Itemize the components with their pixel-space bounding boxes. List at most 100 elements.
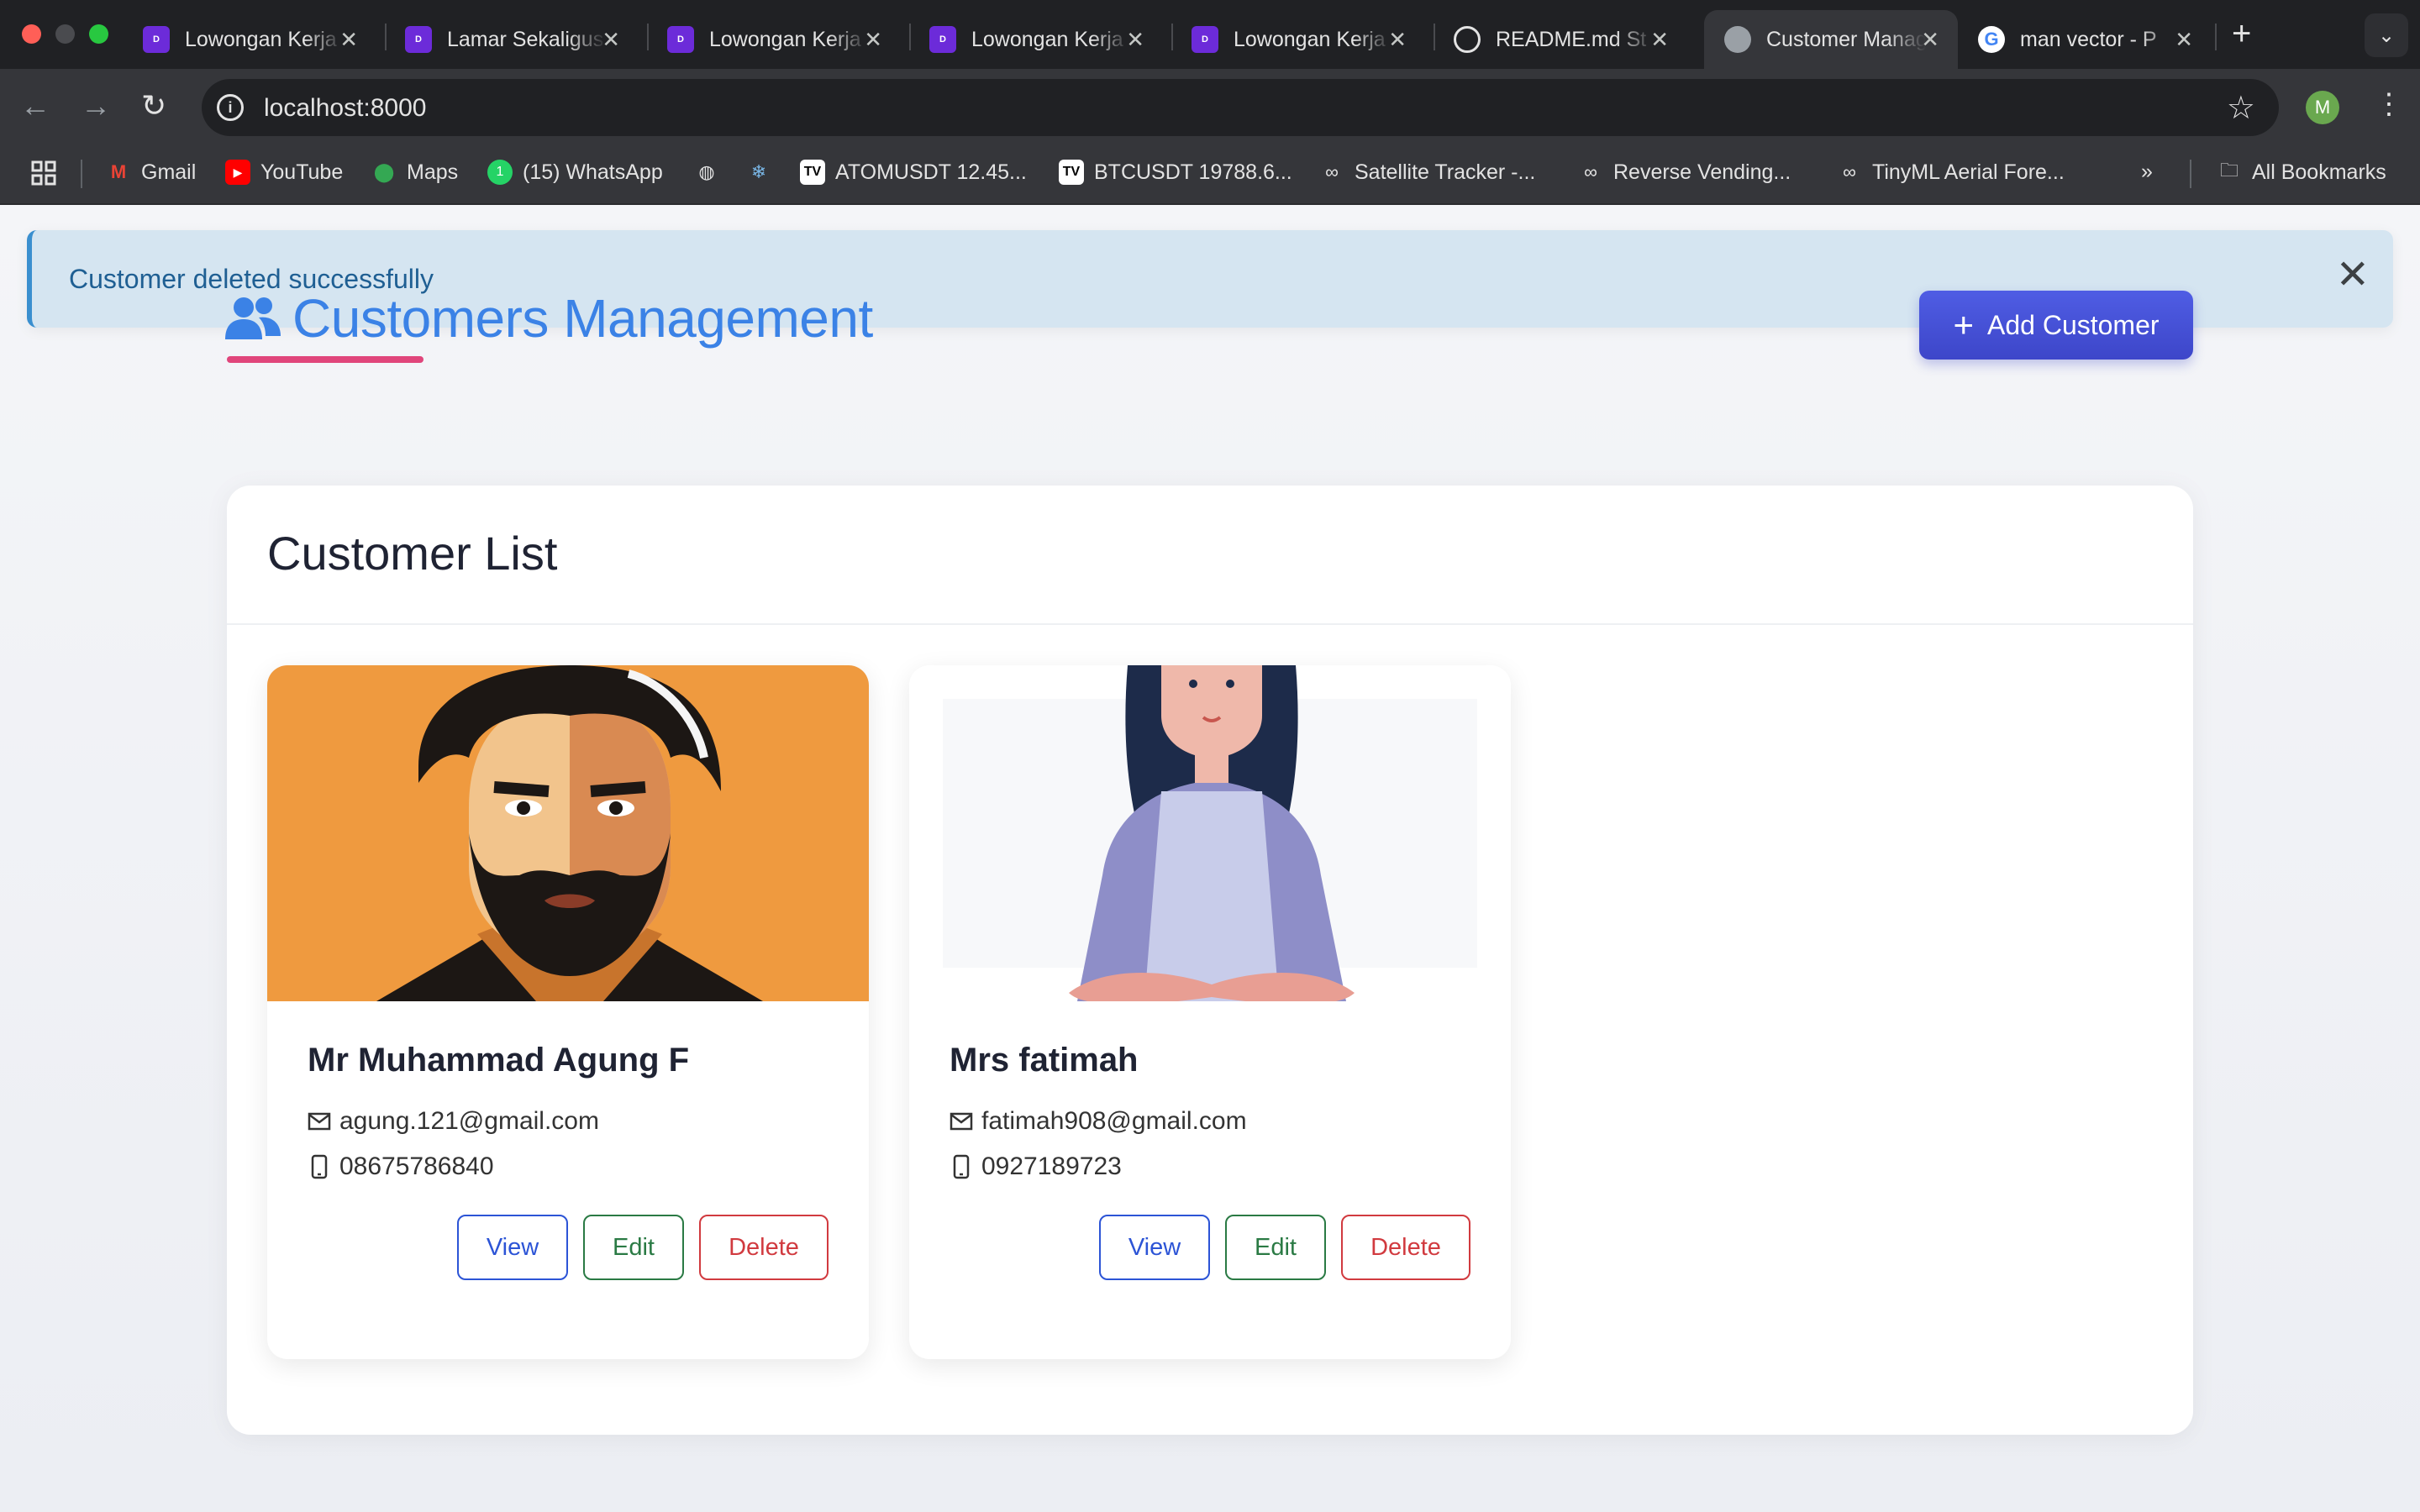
customer-phone-row: 0927189723 [950,1152,1122,1181]
address-bar[interactable]: i localhost:8000 ☆ [202,79,2279,136]
tab-divider [2215,24,2217,50]
dealls-icon: D [1192,26,1218,53]
folder-icon: 🗀 [2219,160,2238,181]
browser-menu-icon[interactable]: ⋮ [2375,87,2403,121]
chevron-double-right-icon: » [2141,160,2153,183]
view-button[interactable]: View [457,1215,568,1280]
bookmark-snowflake[interactable]: ❄ [746,160,781,185]
customer-list-title: Customer List [267,527,558,580]
bookmark-label: (15) WhatsApp [523,160,663,184]
bookmark-label: TinyML Aerial Fore... [1872,160,2065,184]
browser-tab[interactable]: D Lowongan Kerja ✕ [1171,10,1425,69]
bookmark-globe[interactable]: ◍ [694,160,729,185]
all-bookmarks-button[interactable]: 🗀 All Bookmarks [2217,160,2386,185]
whatsapp-icon: 1 [487,160,513,185]
bookmark-label: BTCUSDT 19788.6... [1094,160,1292,184]
maps-icon: ⬤ [373,161,395,182]
close-tab-icon[interactable]: ✕ [602,29,620,50]
bookmarks-bar: M Gmail ▶ YouTube ⬤ Maps 1 (15) WhatsApp… [0,144,2420,205]
envelope-icon [950,1112,973,1131]
customer-phone: 0927189723 [981,1152,1122,1180]
forward-button[interactable]: → [81,87,111,124]
window-minimize-button[interactable] [55,24,75,44]
close-tab-icon[interactable]: ✕ [2175,29,2193,50]
close-tab-icon[interactable]: ✕ [1921,29,1939,50]
browser-tab[interactable]: README.md St ✕ [1434,10,1687,69]
link-icon: ∞ [1325,161,1339,182]
apps-grid-icon[interactable] [30,160,57,186]
close-tab-icon[interactable]: ✕ [864,29,882,50]
reload-button[interactable]: ↻ [141,87,166,124]
plus-icon: + [1953,305,1974,344]
tab-title: Lamar Sekaligus [447,27,604,51]
bookmark-label: Gmail [141,160,197,184]
bookmark-star-icon[interactable]: ☆ [2227,89,2255,127]
add-customer-label: Add Customer [1987,309,2160,340]
close-icon[interactable]: ✕ [2336,255,2370,296]
bookmark-whatsapp[interactable]: 1 (15) WhatsApp [487,160,663,185]
browser-tab[interactable]: D Lamar Sekaligus ✕ [385,10,639,69]
bookmark-label: YouTube [260,160,344,184]
tradingview-icon: TV [1059,160,1084,185]
youtube-icon: ▶ [225,160,250,185]
add-customer-button[interactable]: + Add Customer [1919,291,2193,360]
url-text[interactable]: localhost:8000 [264,94,426,123]
tab-title: Lowongan Kerja [185,27,337,51]
customer-name: Mr Muhammad Agung F [308,1042,690,1079]
browser-tab[interactable]: D Lowongan Kerja ✕ [909,10,1163,69]
customer-email-row: agung.121@gmail.com [308,1107,599,1136]
gmail-icon: M [110,161,127,182]
bookmark-label: Maps [407,160,459,184]
bookmark-label: ATOMUSDT 12.45... [835,160,1027,184]
back-button[interactable]: ← [20,87,50,124]
browser-tab-active[interactable]: Customer Management ✕ [1704,10,1958,69]
bookmark-reverse-vending[interactable]: ∞ Reverse Vending... [1578,160,1791,185]
panel-divider [227,623,2193,625]
tab-title: README.md St [1496,27,1647,51]
delete-button[interactable]: Delete [1341,1215,1470,1280]
chevron-down-icon: ⌄ [2377,24,2396,47]
delete-button[interactable]: Delete [699,1215,829,1280]
bookmark-btcusdt[interactable]: TV BTCUSDT 19788.6... [1059,160,1292,185]
bookmark-gmail[interactable]: M Gmail [106,160,196,185]
customer-photo [909,665,1511,1005]
browser-tab[interactable]: D Lowongan Kerja ✕ [647,10,901,69]
users-icon [225,297,281,339]
tab-title: Lowongan Kerja [1234,27,1386,51]
dealls-icon: D [405,26,432,53]
profile-avatar[interactable]: M [2306,91,2339,124]
close-tab-icon[interactable]: ✕ [1388,29,1407,50]
bookmark-label: Satellite Tracker -... [1355,160,1536,184]
tab-search-button[interactable]: ⌄ [2365,13,2408,57]
customer-card: Mr Muhammad Agung F agung.121@gmail.com … [267,665,869,1359]
tab-title: Customer Management [1766,27,1926,51]
close-tab-icon[interactable]: ✕ [1126,29,1144,50]
card-actions: View Edit Delete [457,1215,829,1280]
bookmark-satellite-tracker[interactable]: ∞ Satellite Tracker -... [1319,160,1535,185]
window-maximize-button[interactable] [89,24,108,44]
bookmark-youtube[interactable]: ▶ YouTube [225,160,343,185]
browser-toolbar: ← → ↻ i localhost:8000 ☆ M ⋮ [0,69,2420,144]
more-bookmarks-button[interactable]: » [2141,160,2153,184]
bookmark-atomusdt[interactable]: TV ATOMUSDT 12.45... [800,160,1027,185]
view-button[interactable]: View [1099,1215,1210,1280]
snowflake-icon: ❄ [750,161,767,182]
bookmark-maps[interactable]: ⬤ Maps [371,160,458,185]
link-icon: ∞ [1584,161,1597,182]
window-close-button[interactable] [22,24,41,44]
bookmark-tinyml[interactable]: ∞ TinyML Aerial Fore... [1837,160,2065,185]
title-underline [227,356,424,363]
dealls-icon: D [143,26,170,53]
close-tab-icon[interactable]: ✕ [1650,29,1669,50]
site-info-icon[interactable]: i [217,94,244,121]
browser-tab[interactable]: G man vector - P ✕ [1958,10,2212,69]
customer-email-row: fatimah908@gmail.com [950,1107,1247,1136]
browser-tab[interactable]: D Lowongan Kerja ✕ [123,10,376,69]
edit-button[interactable]: Edit [1225,1215,1326,1280]
edit-button[interactable]: Edit [583,1215,684,1280]
customer-email: agung.121@gmail.com [339,1107,599,1135]
tab-title: Lowongan Kerja [709,27,861,51]
close-tab-icon[interactable]: ✕ [339,29,358,50]
customer-phone-row: 08675786840 [308,1152,494,1181]
new-tab-button[interactable]: + [2232,15,2251,53]
